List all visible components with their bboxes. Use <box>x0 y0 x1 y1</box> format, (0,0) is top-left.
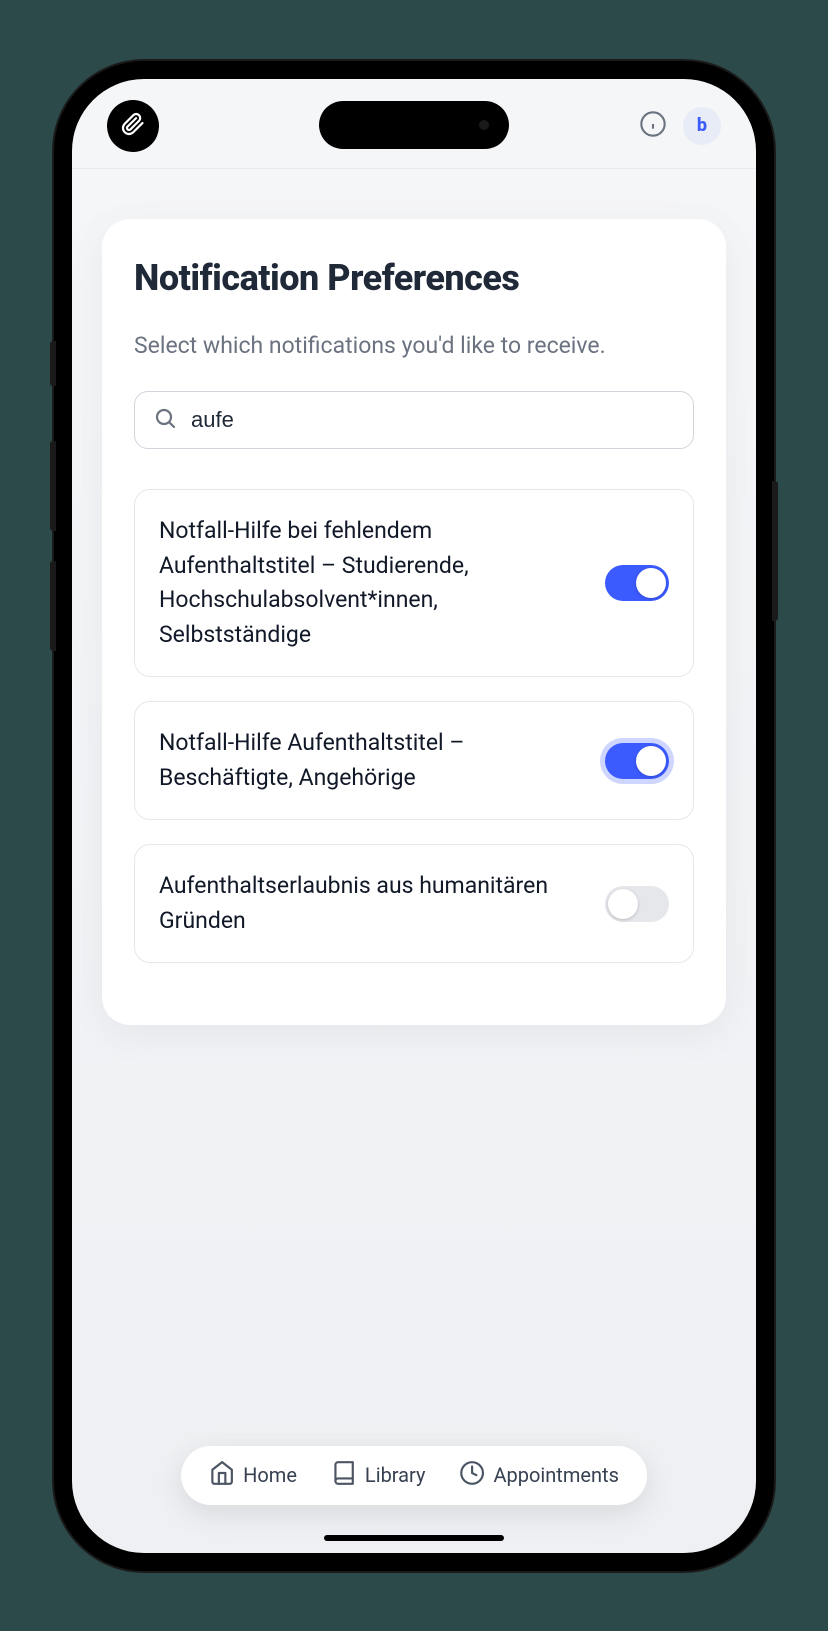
preferences-list: Notfall-Hilfe bei fehlendem Aufenthaltst… <box>134 489 694 963</box>
preference-label: Notfall-Hilfe Aufenthaltstitel – Beschäf… <box>159 726 585 795</box>
nav-appointments-label: Appointments <box>493 1463 618 1487</box>
phone-side-button <box>772 481 778 621</box>
profile-button[interactable]: b <box>683 107 721 145</box>
attachment-button[interactable] <box>107 100 159 152</box>
home-icon <box>209 1460 235 1491</box>
preference-label: Aufenthaltserlaubnis aus humanitären Grü… <box>159 869 585 938</box>
phone-side-button <box>50 441 56 531</box>
bottom-nav: Home Library Appointments <box>181 1446 647 1505</box>
nav-library[interactable]: Library <box>331 1460 426 1491</box>
phone-side-button <box>50 561 56 651</box>
info-icon <box>639 110 667 142</box>
preference-toggle[interactable] <box>605 565 669 601</box>
dynamic-island <box>319 101 509 149</box>
preference-toggle[interactable] <box>605 886 669 922</box>
toggle-knob <box>636 746 666 776</box>
nav-home[interactable]: Home <box>209 1460 297 1491</box>
preference-item: Aufenthaltserlaubnis aus humanitären Grü… <box>134 844 694 963</box>
toggle-knob <box>636 568 666 598</box>
paperclip-icon <box>121 112 145 140</box>
preference-item: Notfall-Hilfe bei fehlendem Aufenthaltst… <box>134 489 694 677</box>
info-button[interactable] <box>637 110 669 142</box>
nav-library-label: Library <box>365 1463 426 1487</box>
phone-frame: b Notification Preferences Select which … <box>54 61 774 1571</box>
phone-screen: b Notification Preferences Select which … <box>72 79 756 1553</box>
search-box[interactable] <box>134 391 694 449</box>
home-indicator <box>324 1535 504 1541</box>
clock-icon <box>459 1460 485 1491</box>
preference-label: Notfall-Hilfe bei fehlendem Aufenthaltst… <box>159 514 585 652</box>
phone-side-button <box>50 341 56 386</box>
search-input[interactable] <box>191 407 675 433</box>
book-icon <box>331 1460 357 1491</box>
top-right-actions: b <box>637 107 721 145</box>
preferences-card: Notification Preferences Select which no… <box>102 219 726 1026</box>
nav-appointments[interactable]: Appointments <box>459 1460 618 1491</box>
search-icon <box>153 406 177 434</box>
card-title: Notification Preferences <box>134 257 694 299</box>
toggle-knob <box>608 889 638 919</box>
preference-toggle[interactable] <box>605 743 669 779</box>
preference-item: Notfall-Hilfe Aufenthaltstitel – Beschäf… <box>134 701 694 820</box>
nav-home-label: Home <box>243 1463 297 1487</box>
card-subtitle: Select which notifications you'd like to… <box>134 329 694 364</box>
profile-initial: b <box>697 115 707 136</box>
content-area: Notification Preferences Select which no… <box>72 169 756 1553</box>
